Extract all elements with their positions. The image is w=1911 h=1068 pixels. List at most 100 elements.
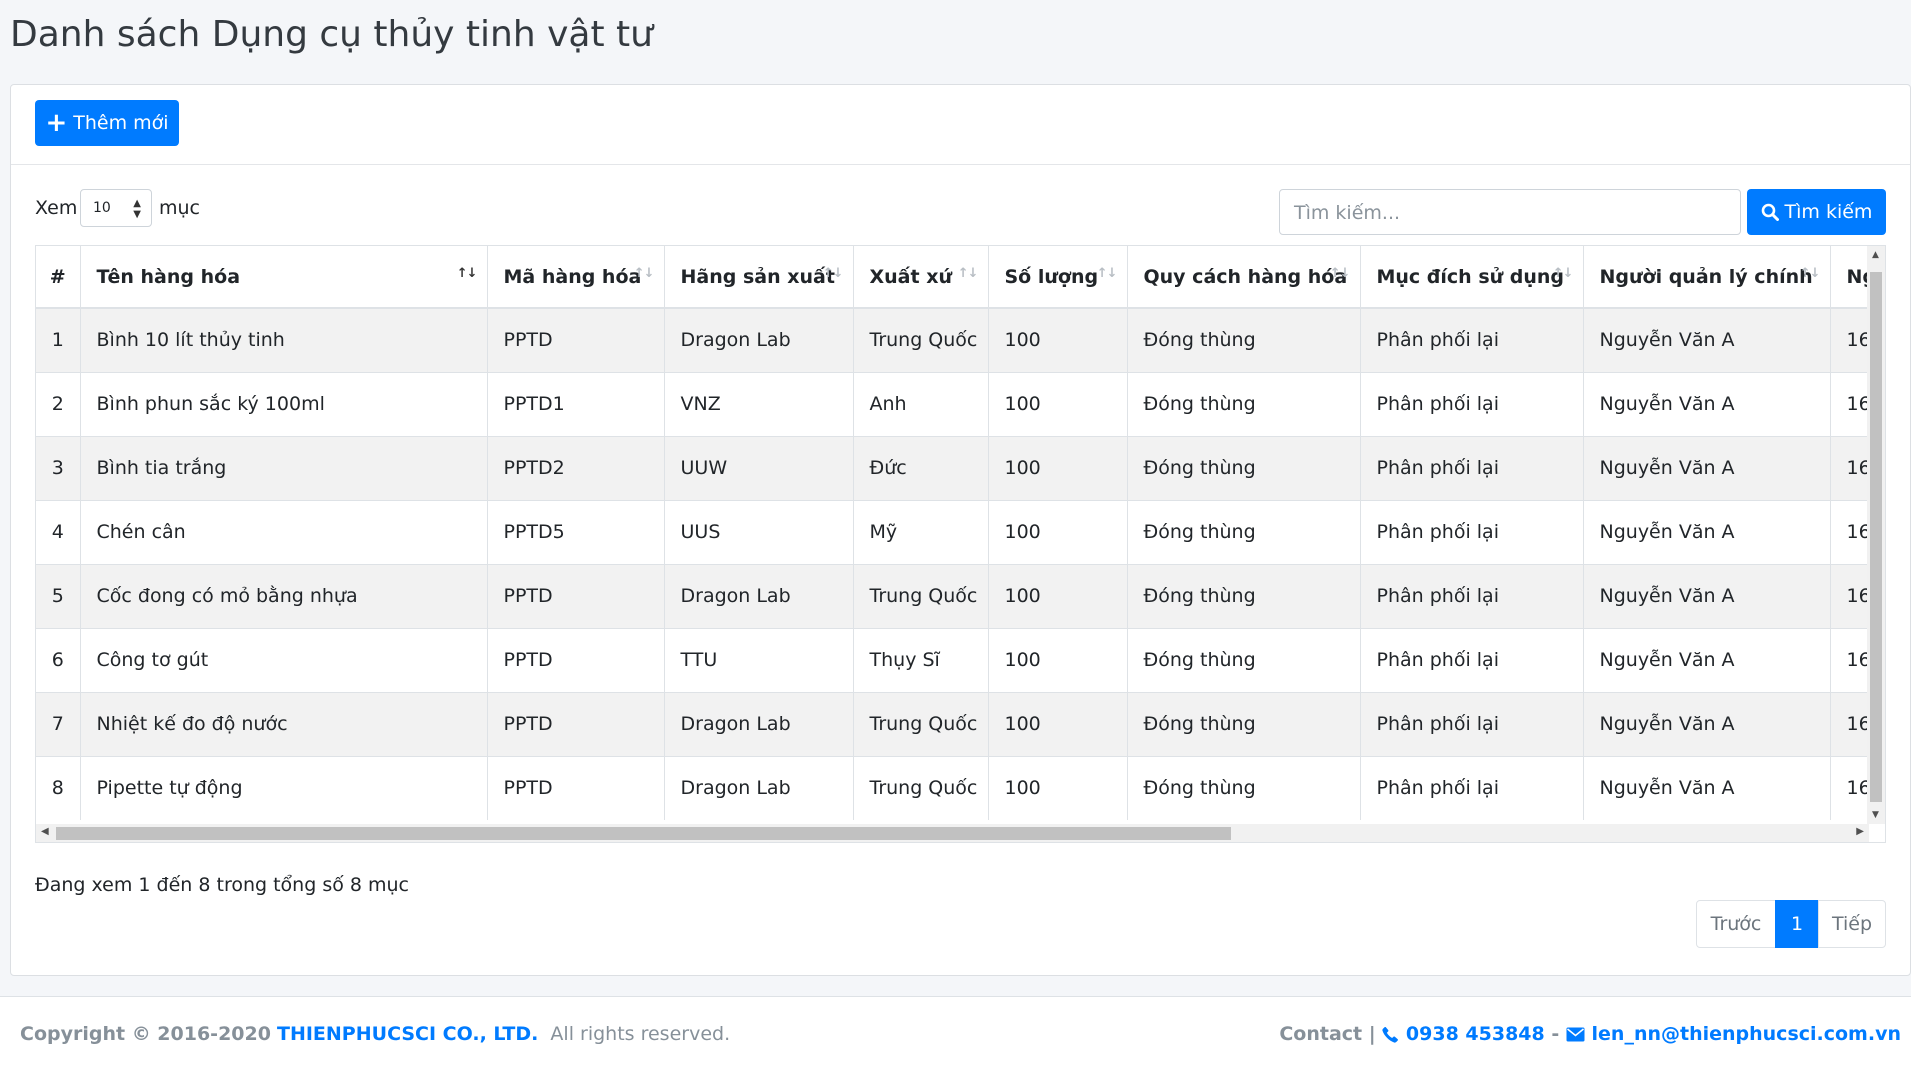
- cell-manager: Nguyễn Văn A: [1583, 435, 1831, 500]
- cell-quantity: 100: [988, 307, 1128, 372]
- table-row[interactable]: 3 Bình tia trắng PPTD2 UUW Đức 100 Đóng thùng P…: [36, 435, 1885, 500]
- cell-index: 7: [36, 691, 81, 756]
- page-length-select[interactable]: 10 ▲ ▼: [80, 189, 152, 227]
- cell-manufacturer: Dragon Lab: [664, 755, 854, 820]
- sort-icon: ↑↓: [1552, 266, 1574, 281]
- cell-purpose: Phân phối lại: [1360, 371, 1584, 436]
- cell-code: PPTD: [487, 755, 665, 820]
- scroll-right-icon[interactable]: ▶: [1856, 826, 1864, 837]
- sort-icon: ↑↓: [633, 266, 655, 281]
- copyright: Copyright © 2016-2020 THIENPHUCSCI CO., …: [20, 1023, 730, 1045]
- cell-quantity: 100: [988, 691, 1128, 756]
- page-length-value: 10: [93, 200, 111, 216]
- cell-manufacturer: Dragon Lab: [664, 563, 854, 628]
- cell-origin: Mỹ: [853, 499, 989, 564]
- table-toolbar: Xem 10 ▲ ▼ mục Tìm kiếm... Tìm kiếm: [35, 189, 1886, 235]
- cell-purpose: Phân phối lại: [1360, 307, 1584, 372]
- search-icon: [1761, 203, 1779, 221]
- column-header-manufacturer[interactable]: Hãng sản xuất ↑↓: [664, 246, 854, 309]
- column-header-purpose[interactable]: Mục đích sử dụng ↑↓: [1360, 246, 1584, 309]
- cell-index: 3: [36, 435, 81, 500]
- table-row[interactable]: 8 Pipette tự động PPTD Dragon Lab Trung Quốc…: [36, 755, 1885, 820]
- column-header-quantity[interactable]: Số lượng ↑↓: [988, 246, 1128, 309]
- cell-manufacturer: UUW: [664, 435, 854, 500]
- cell-manager: Nguyễn Văn A: [1583, 691, 1831, 756]
- cell-name: Chén cân: [80, 499, 488, 564]
- cell-purpose: Phân phối lại: [1360, 435, 1584, 500]
- cell-name: Cốc đong có mỏ bằng nhựa: [80, 563, 488, 628]
- pagination-page-current[interactable]: 1: [1775, 900, 1819, 948]
- search-button[interactable]: Tìm kiếm: [1747, 189, 1886, 235]
- table-row[interactable]: 6 Công tơ gút PPTD TTU Thụy Sĩ 100 Đóng thùng P…: [36, 627, 1885, 692]
- cell-quantity: 100: [988, 627, 1128, 692]
- search-button-label: Tìm kiếm: [1784, 201, 1873, 223]
- cell-manufacturer: Dragon Lab: [664, 307, 854, 372]
- table-row[interactable]: 4 Chén cân PPTD5 UUS Mỹ 100 Đóng thùng Phân phố…: [36, 499, 1885, 564]
- cell-manufacturer: VNZ: [664, 371, 854, 436]
- contact-label: Contact |: [1279, 1023, 1376, 1045]
- cell-index: 5: [36, 563, 81, 628]
- cell-name: Bình tia trắng: [80, 435, 488, 500]
- cell-quantity: 100: [988, 435, 1128, 500]
- sort-icon: ↑↓: [1799, 266, 1821, 281]
- scroll-down-icon[interactable]: ▼: [1872, 810, 1879, 820]
- length-label-after: mục: [159, 197, 200, 219]
- vertical-scrollbar[interactable]: ▲ ▼: [1867, 246, 1885, 824]
- table-row[interactable]: 5 Cốc đong có mỏ bằng nhựa PPTD Dragon Lab T…: [36, 563, 1885, 628]
- column-header-name[interactable]: Tên hàng hóa ↑↓: [80, 246, 488, 309]
- table-header-row: # Tên hàng hóa ↑↓ Mã hàng hóa ↑↓ Hãng sản …: [36, 246, 1885, 309]
- horizontal-scrollbar[interactable]: ◀ ▶: [36, 824, 1869, 842]
- table-row[interactable]: 2 Bình phun sắc ký 100ml PPTD1 VNZ Anh 100 Đón…: [36, 371, 1885, 436]
- footer: Copyright © 2016-2020 THIENPHUCSCI CO., …: [0, 996, 1911, 1068]
- column-header-code[interactable]: Mã hàng hóa ↑↓: [487, 246, 665, 309]
- cell-code: PPTD: [487, 563, 665, 628]
- cell-purpose: Phân phối lại: [1360, 627, 1584, 692]
- search-input[interactable]: Tìm kiếm...: [1279, 189, 1741, 235]
- cell-code: PPTD5: [487, 499, 665, 564]
- email-link[interactable]: len_nn@thienphucsci.com.vn: [1566, 1023, 1901, 1045]
- cell-purpose: Phân phối lại: [1360, 499, 1584, 564]
- cell-packaging: Đóng thùng: [1127, 563, 1361, 628]
- cell-index: 2: [36, 371, 81, 436]
- data-table-wrapper: # Tên hàng hóa ↑↓ Mã hàng hóa ↑↓ Hãng sản …: [35, 245, 1886, 843]
- vertical-scroll-thumb[interactable]: [1870, 272, 1882, 802]
- pagination-next[interactable]: Tiếp: [1818, 900, 1886, 948]
- pagination-previous[interactable]: Trước: [1696, 900, 1776, 948]
- cell-origin: Trung Quốc: [853, 563, 989, 628]
- cell-origin: Trung Quốc: [853, 691, 989, 756]
- cell-index: 4: [36, 499, 81, 564]
- sort-icon: ↑↓: [1096, 266, 1118, 281]
- brand-link[interactable]: THIENPHUCSCI CO., LTD.: [277, 1023, 538, 1045]
- cell-manager: Nguyễn Văn A: [1583, 755, 1831, 820]
- phone-link[interactable]: 0938 453848: [1382, 1023, 1551, 1045]
- cell-quantity: 100: [988, 371, 1128, 436]
- column-header-packaging[interactable]: Quy cách hàng hóa ↑↓: [1127, 246, 1361, 309]
- rights-text: All rights reserved.: [550, 1023, 731, 1045]
- add-new-button[interactable]: + Thêm mới: [35, 100, 179, 146]
- cell-packaging: Đóng thùng: [1127, 371, 1361, 436]
- pagination: Trước 1 Tiếp: [1696, 900, 1886, 948]
- scroll-up-icon[interactable]: ▲: [1872, 250, 1879, 260]
- scroll-left-icon[interactable]: ◀: [41, 826, 49, 837]
- cell-index: 8: [36, 755, 81, 820]
- cell-manager: Nguyễn Văn A: [1583, 627, 1831, 692]
- cell-index: 1: [36, 307, 81, 372]
- card-header: + Thêm mới: [11, 85, 1910, 165]
- cell-origin: Đức: [853, 435, 989, 500]
- sort-icon: ↑↓: [1329, 266, 1351, 281]
- data-table: # Tên hàng hóa ↑↓ Mã hàng hóa ↑↓ Hãng sản …: [36, 246, 1885, 820]
- sort-icon: ↑↓: [822, 266, 844, 281]
- length-label-before: Xem: [35, 197, 78, 219]
- plus-icon: +: [45, 108, 68, 138]
- cell-quantity: 100: [988, 563, 1128, 628]
- cell-origin: Trung Quốc: [853, 307, 989, 372]
- add-new-label: Thêm mới: [73, 112, 169, 134]
- horizontal-scroll-thumb[interactable]: [56, 827, 1231, 840]
- table-row[interactable]: 7 Nhiệt kế đo độ nước PPTD Dragon Lab Trung …: [36, 691, 1885, 756]
- cell-origin: Anh: [853, 371, 989, 436]
- cell-name: Công tơ gút: [80, 627, 488, 692]
- column-header-origin[interactable]: Xuất xứ ↑↓: [853, 246, 989, 309]
- table-row[interactable]: 1 Bình 10 lít thủy tinh PPTD Dragon Lab Trun…: [36, 307, 1885, 372]
- sort-asc-icon: ↑↓: [456, 266, 478, 281]
- column-header-manager[interactable]: Người quản lý chính ↑↓: [1583, 246, 1831, 309]
